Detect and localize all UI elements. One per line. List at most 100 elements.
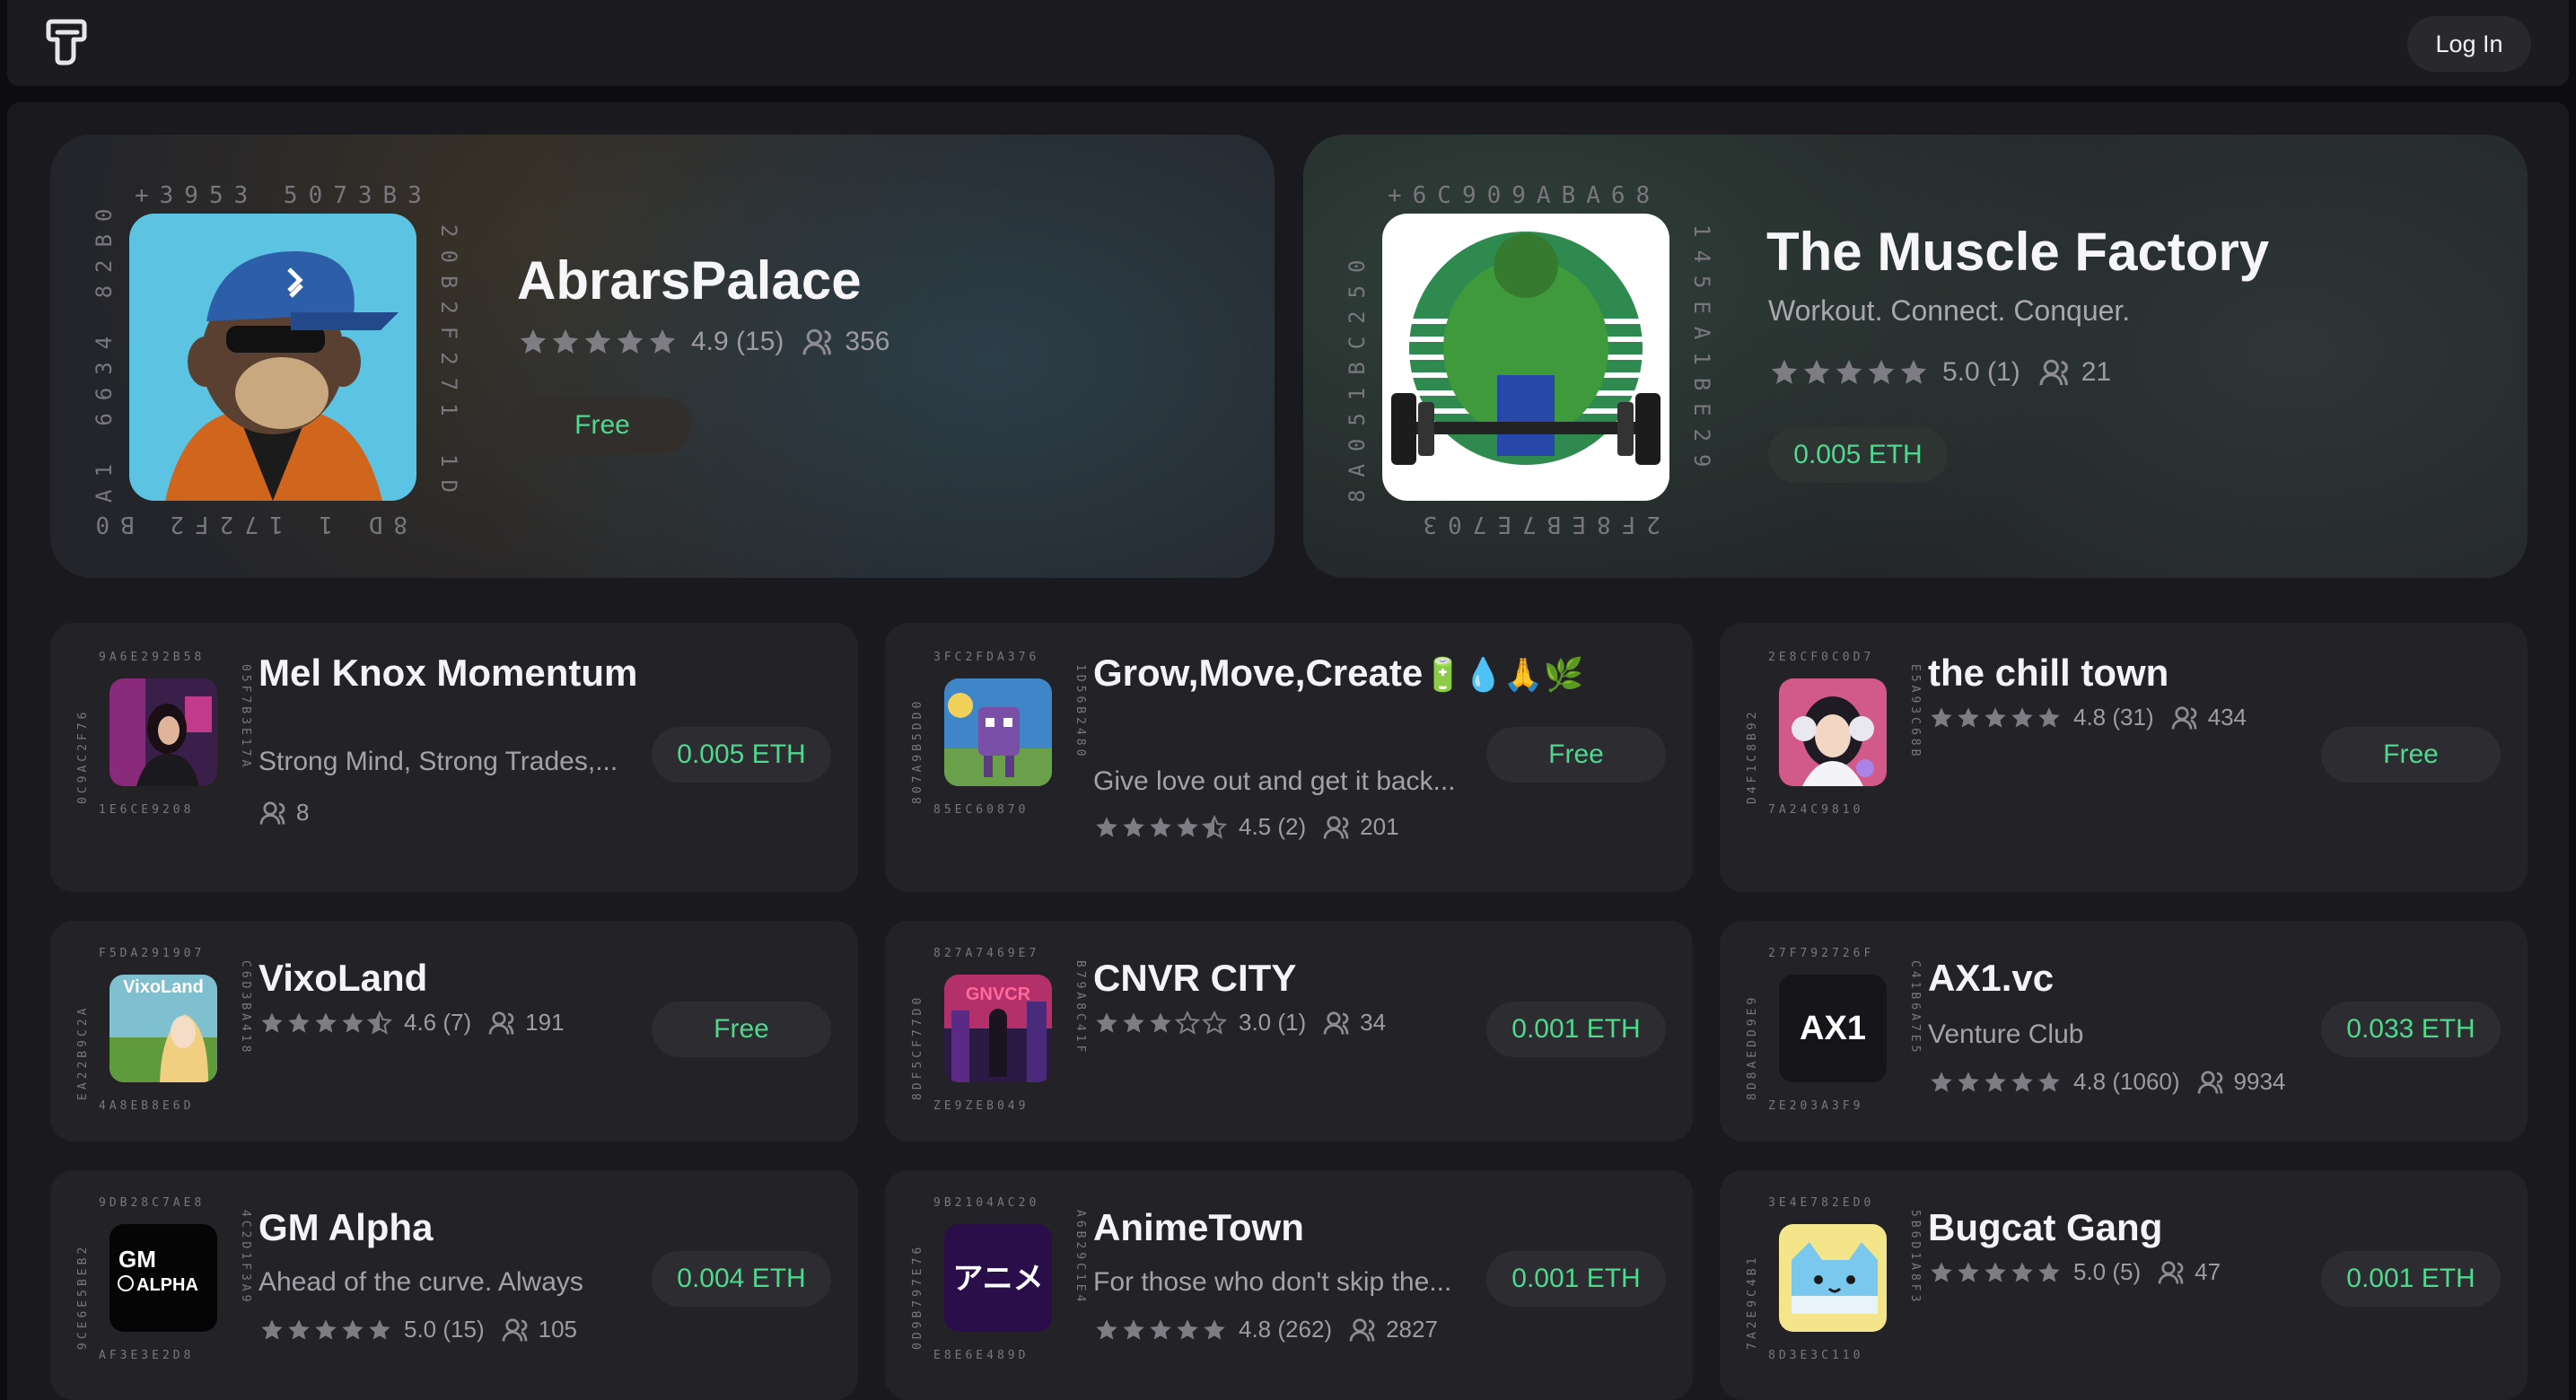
thumb-label: GNVCR [966, 984, 1031, 1004]
community-name[interactable]: the chill town [1928, 648, 2169, 698]
community-card[interactable]: 9A6E292B58 1E6CE9208 0C9AC2F76 05F7B3E17… [50, 623, 858, 892]
rating-text: 4.8 (262) [1239, 1316, 1333, 1343]
featured-card-abrarspalace[interactable]: +3953 5073B3 8D 1 172F2 B0 2 A1 6634 82B… [50, 135, 1275, 578]
star-icon [1771, 359, 1798, 384]
rating-stars [258, 1317, 393, 1343]
star-icon [2011, 1261, 2033, 1282]
members-count: 34 [1360, 1009, 1387, 1036]
star-icon [1096, 816, 1117, 837]
rating-row: 4.8 (31) 434 [1928, 704, 2247, 731]
rating-text: 5.0 (5) [2073, 1258, 2142, 1285]
star-icon [520, 328, 547, 354]
price-pill[interactable]: 0.001 ETH [1486, 1251, 1666, 1307]
members-count: 191 [525, 1009, 565, 1036]
svg-text:9A6E292B58: 9A6E292B58 [99, 651, 205, 664]
community-description: Venture Club [1928, 1019, 2084, 1049]
rating-stars [1928, 1260, 2063, 1285]
star-icon [342, 1318, 364, 1340]
community-name[interactable]: GM Alpha [258, 1203, 433, 1253]
community-card[interactable]: 3E4E782ED0 8D3E3C110 7A2E9C4B1 5B6D1A8F3… [1720, 1170, 2528, 1400]
community-name[interactable]: AX1.vc [1928, 953, 2054, 1003]
featured-title[interactable]: AbrarsPalace [517, 249, 862, 311]
rating-row: 4.6 (7) 191 [258, 1009, 565, 1037]
featured-subtitle: Workout. Connect. Conquer. [1768, 294, 2131, 327]
star-icon [1204, 1318, 1225, 1340]
community-card[interactable]: 3FC2FDA376 85EC60870 807A9B5DD0 1D56B248… [885, 623, 1693, 892]
price-pill[interactable]: Free [1486, 727, 1666, 783]
svg-text:3E4E782ED0: 3E4E782ED0 [1768, 1196, 1874, 1210]
star-icon [1985, 1071, 2006, 1092]
price-pill[interactable]: Free [2321, 727, 2501, 783]
svg-text:ZE203A3F9: ZE203A3F9 [1768, 1099, 1863, 1113]
featured-title[interactable]: The Muscle Factory [1766, 221, 2269, 283]
star-icon [1803, 359, 1830, 384]
price-pill[interactable]: Free [652, 1002, 831, 1057]
community-name[interactable]: VixoLand [258, 953, 427, 1003]
community-thumbnail: アニメ [944, 1224, 1052, 1332]
svg-text:8D 1 172F2 B0 2: 8D 1 172F2 B0 2 [84, 511, 407, 538]
star-icon [649, 328, 676, 354]
star-icon [617, 328, 644, 354]
rating-text: 4.8 (31) [2073, 704, 2154, 731]
star-icon [288, 1011, 310, 1033]
community-name[interactable]: Grow,Move,Create🔋💧🙏🌿 [1093, 648, 1584, 700]
members-count: 105 [538, 1316, 577, 1343]
svg-text:EA22B9C2A: EA22B9C2A [76, 1005, 90, 1100]
community-card[interactable]: 9DB28C7AE8 AF3E3E2D8 9CE6E5BEB2 4C2D1F3A… [50, 1170, 858, 1400]
price-pill[interactable]: 0.001 ETH [2321, 1251, 2501, 1307]
top-bar: Log In [7, 0, 2569, 86]
community-name[interactable]: Mel Knox Momentum [258, 648, 653, 698]
svg-text:8D3E3C110: 8D3E3C110 [1768, 1349, 1863, 1362]
rating-row: 4.8 (262) 2827 [1093, 1316, 1438, 1343]
svg-text:E8E6E489D: E8E6E489D [933, 1349, 1029, 1362]
community-card[interactable]: F5DA291907 4A8EB8E6D EA22B9C2A C6D3BA418… [50, 921, 858, 1142]
star-icon [584, 328, 611, 354]
price-pill[interactable]: 0.004 ETH [652, 1251, 831, 1307]
star-icon [1958, 706, 1979, 728]
star-icon [1096, 1011, 1117, 1033]
price-pill[interactable]: 0.033 ETH [2321, 1002, 2501, 1057]
star-icon [1931, 1261, 1952, 1282]
login-button[interactable]: Log In [2407, 16, 2531, 72]
svg-text:F5DA291907: F5DA291907 [99, 947, 205, 960]
community-card[interactable]: 9B2104AC20 E8E6E489D 0D9B797E76 A6B29C1E… [885, 1170, 1693, 1400]
svg-text:807A9B5DD0: 807A9B5DD0 [911, 698, 924, 804]
rating-row: 4.8 (1060) 9934 [1928, 1068, 2285, 1096]
logo-icon[interactable] [41, 16, 92, 66]
members-count: 434 [2207, 704, 2247, 731]
community-name[interactable]: AnimeTown [1093, 1203, 1304, 1253]
star-icon [1123, 816, 1144, 837]
community-name[interactable]: Bugcat Gang [1928, 1203, 2162, 1253]
svg-text:A1 6634 82B0: A1 6634 82B0 [92, 197, 117, 503]
rating-row: 8 [258, 799, 309, 827]
svg-text:4A8EB8E6D: 4A8EB8E6D [99, 1099, 194, 1113]
rating-stars [1928, 1070, 2063, 1095]
star-half-icon [1201, 814, 1228, 839]
svg-text:9DB28C7AE8: 9DB28C7AE8 [99, 1196, 205, 1210]
svg-text:+3953 5073B3: +3953 5073B3 [135, 182, 433, 209]
featured-card-muscle-factory[interactable]: +6C909ABA68 2F8EB7E703 8A051BC250 145EA1… [1303, 135, 2528, 578]
featured-avatar-image [129, 214, 416, 501]
price-pill[interactable]: Free [513, 397, 691, 454]
price-pill[interactable]: 0.001 ETH [1486, 1002, 1666, 1057]
rating-stars [1093, 1317, 1228, 1343]
community-description: Strong Mind, Strong Trades,... [258, 747, 618, 776]
members-count: 201 [1360, 813, 1399, 840]
rating-stars [1768, 357, 1930, 388]
star-icon [1177, 1318, 1198, 1340]
community-name[interactable]: CNVR CITY [1093, 953, 1296, 1003]
price-pill[interactable]: 0.005 ETH [1768, 427, 1948, 483]
rating-row: 5.0 (5) 47 [1928, 1258, 2221, 1286]
main-content: +3953 5073B3 8D 1 172F2 B0 2 A1 6634 82B… [7, 102, 2569, 1400]
community-card[interactable]: 827A7469E7 ZE9ZEB049 8DF5CF77D0 B79A8C41… [885, 921, 1693, 1142]
community-card[interactable]: 27F792726F ZE203A3F9 8D8AEDD9E9 C41B6A7E… [1720, 921, 2528, 1142]
star-icon [342, 1011, 364, 1033]
members-icon [802, 328, 832, 355]
svg-text:8A051BC250: 8A051BC250 [1345, 248, 1370, 503]
star-icon [1150, 816, 1171, 837]
community-card[interactable]: 2E8CF0C0D7 7A24C9810 D4F1C8B92 E5A93C68B… [1720, 623, 2528, 892]
price-pill[interactable]: 0.005 ETH [652, 727, 831, 783]
members-icon [2171, 705, 2196, 730]
svg-text:1E6CE9208: 1E6CE9208 [99, 803, 194, 817]
star-icon [1868, 359, 1895, 384]
